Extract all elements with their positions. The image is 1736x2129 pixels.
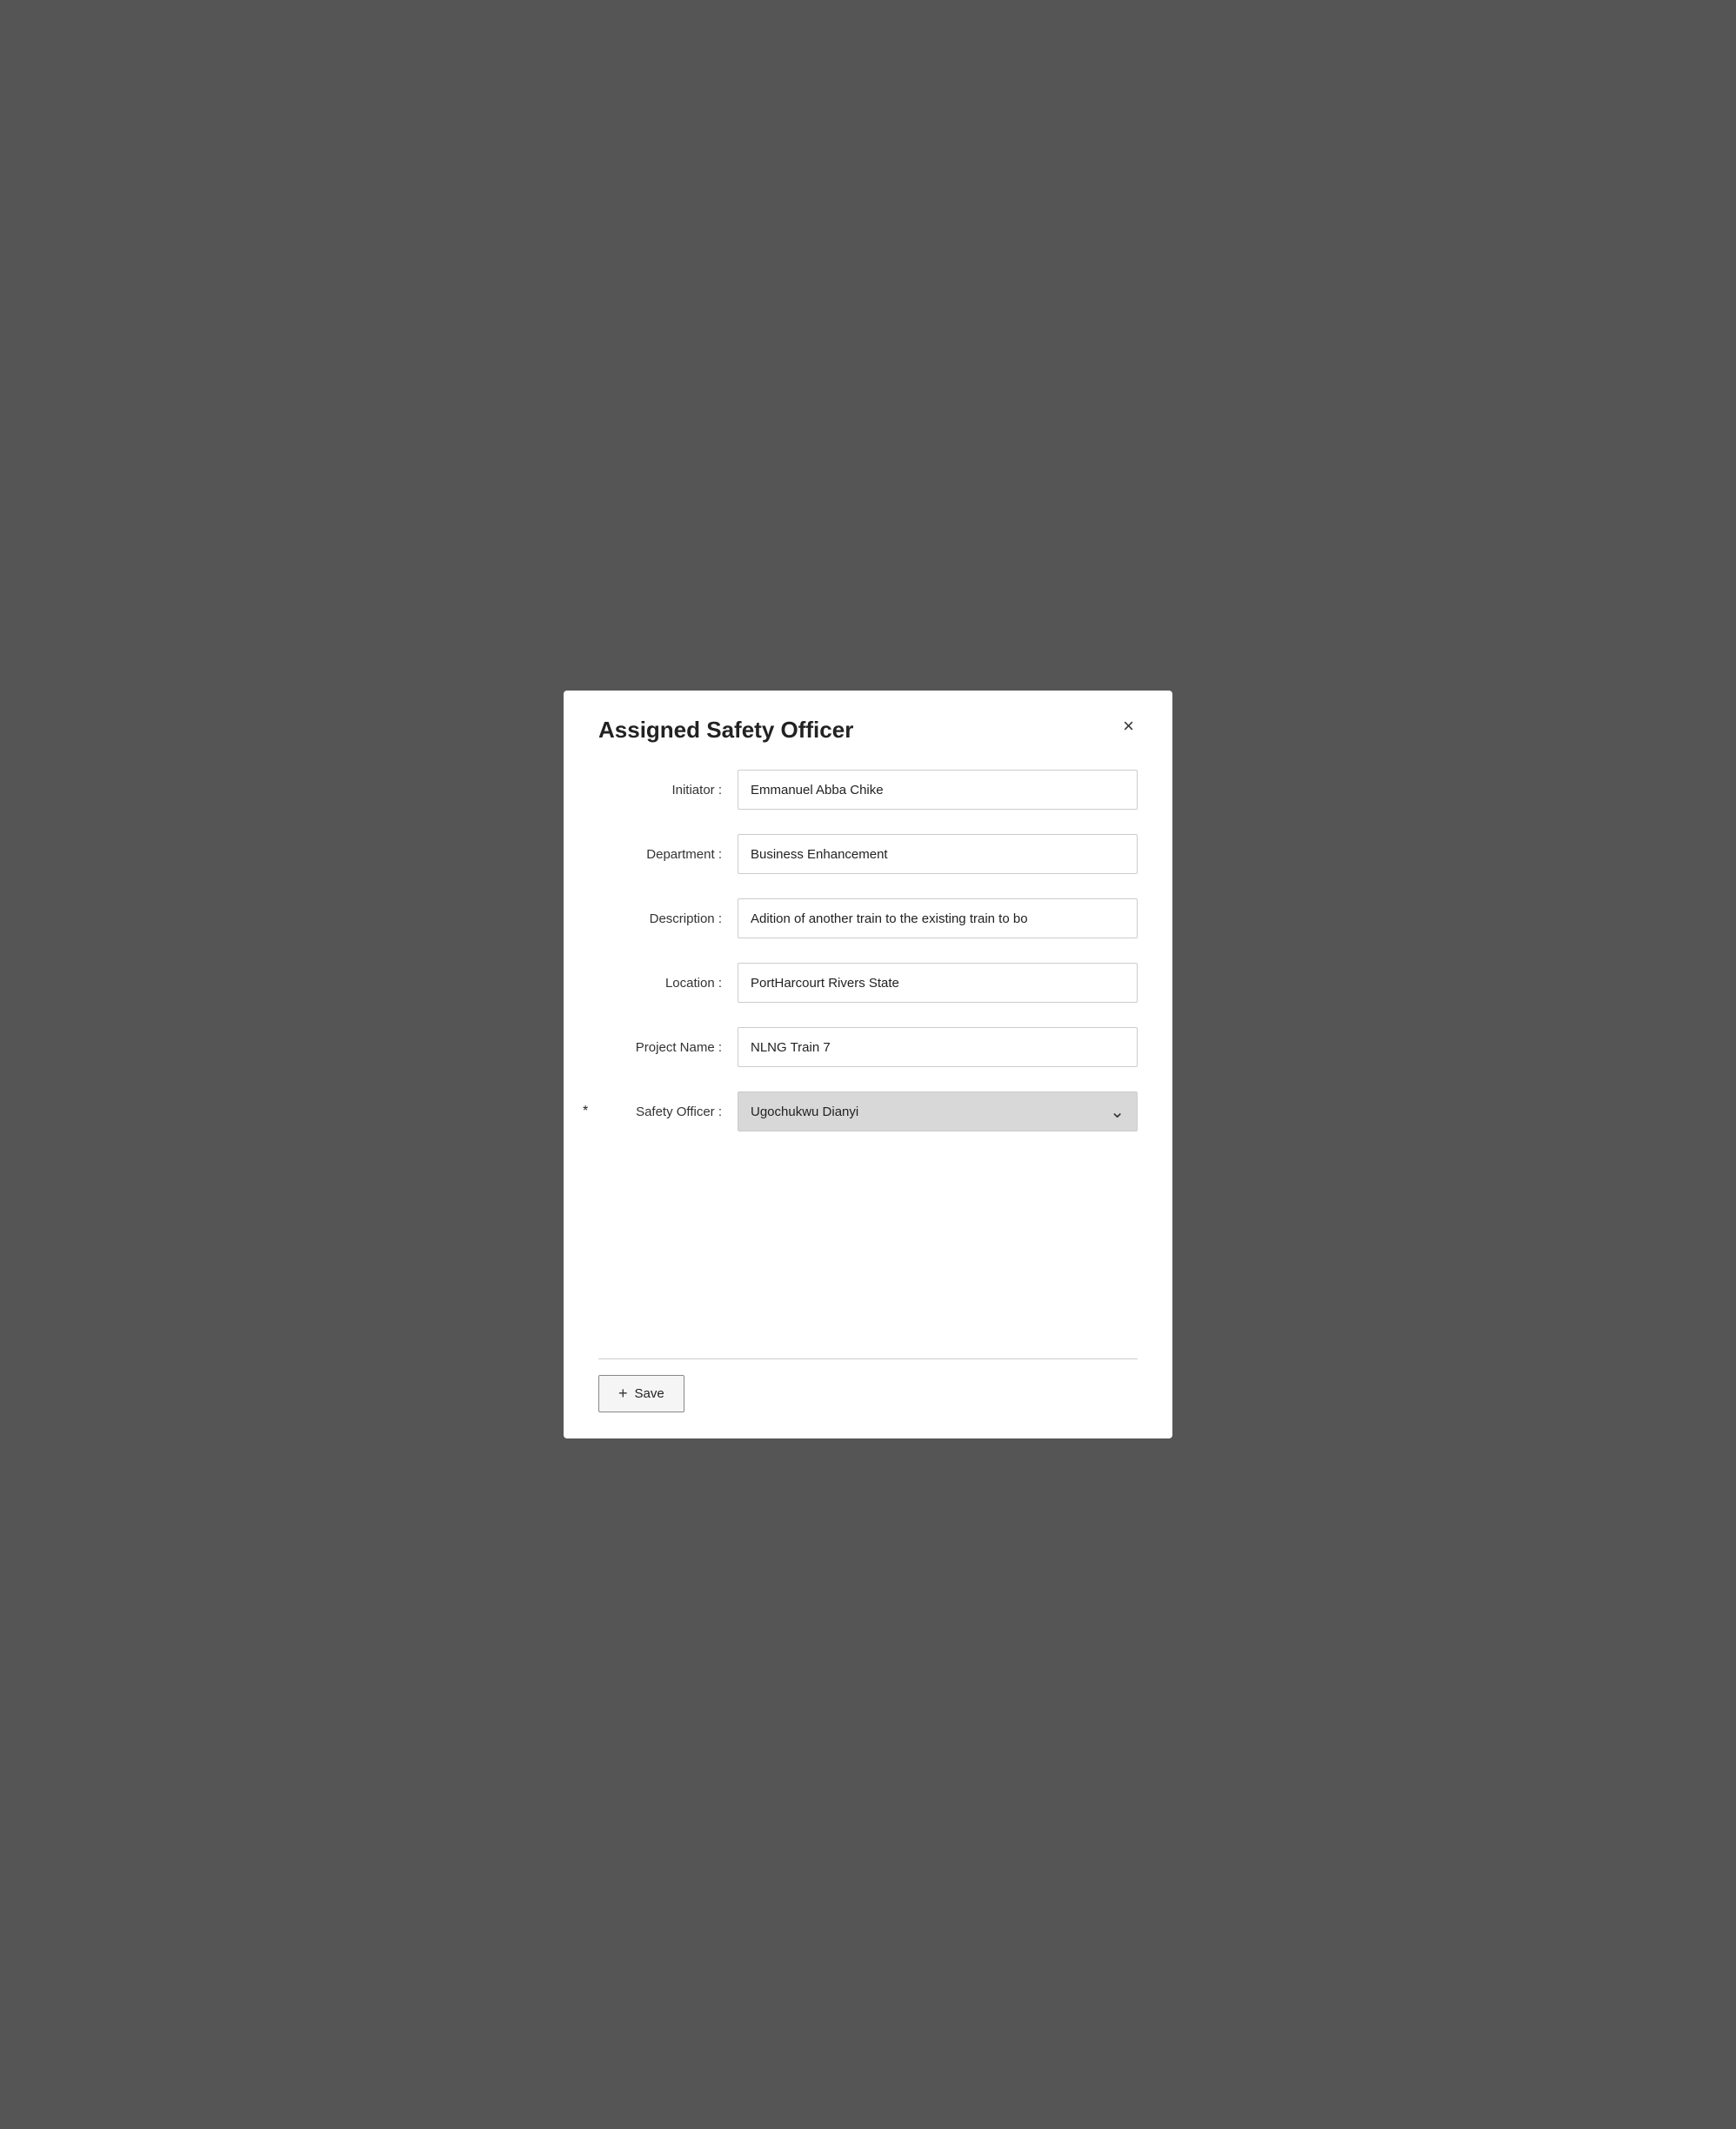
- project-name-input[interactable]: [738, 1027, 1138, 1067]
- description-input[interactable]: [738, 898, 1138, 938]
- safety-officer-label: Safety Officer :: [598, 1105, 738, 1119]
- department-row: Department :: [598, 834, 1138, 874]
- safety-officer-select[interactable]: Ugochukwu Dianyi ⌄: [738, 1091, 1138, 1131]
- save-button[interactable]: + Save: [598, 1375, 684, 1412]
- modal-title: Assigned Safety Officer: [598, 717, 853, 744]
- project-name-label: Project Name :: [598, 1040, 738, 1055]
- save-label: Save: [635, 1386, 664, 1401]
- department-input[interactable]: [738, 834, 1138, 874]
- form-body: Initiator : Department : Description : L…: [598, 770, 1138, 1341]
- location-input[interactable]: [738, 963, 1138, 1003]
- modal-container: Assigned Safety Officer × Initiator : De…: [564, 691, 1172, 1438]
- safety-officer-row: * Safety Officer : Ugochukwu Dianyi ⌄: [598, 1091, 1138, 1131]
- description-row: Description :: [598, 898, 1138, 938]
- required-star: *: [583, 1104, 588, 1119]
- location-row: Location :: [598, 963, 1138, 1003]
- description-label: Description :: [598, 911, 738, 926]
- close-button[interactable]: ×: [1119, 717, 1138, 736]
- modal-footer: + Save: [598, 1358, 1138, 1412]
- modal-header: Assigned Safety Officer ×: [598, 717, 1138, 744]
- location-label: Location :: [598, 976, 738, 991]
- initiator-input[interactable]: [738, 770, 1138, 810]
- initiator-row: Initiator :: [598, 770, 1138, 810]
- initiator-label: Initiator :: [598, 783, 738, 798]
- project-name-row: Project Name :: [598, 1027, 1138, 1067]
- department-label: Department :: [598, 847, 738, 862]
- safety-officer-value: Ugochukwu Dianyi: [738, 1094, 1110, 1130]
- chevron-down-icon[interactable]: ⌄: [1110, 1101, 1137, 1123]
- plus-icon: +: [618, 1385, 628, 1403]
